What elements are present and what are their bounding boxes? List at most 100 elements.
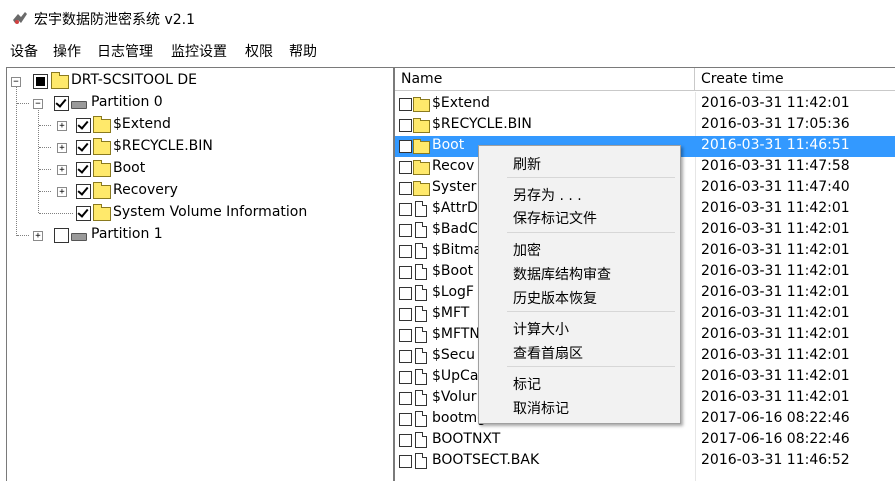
collapse-icon[interactable]: − — [11, 77, 21, 87]
column-header-name[interactable]: Name — [395, 68, 695, 91]
collapse-icon[interactable]: − — [33, 99, 43, 109]
row-checkbox[interactable] — [399, 413, 412, 426]
tree-node-boot[interactable]: + Boot — [7, 159, 387, 181]
expand-icon[interactable]: + — [57, 187, 67, 197]
file-icon — [415, 432, 427, 448]
root-checkbox[interactable] — [33, 74, 48, 89]
folder-icon — [93, 116, 111, 133]
row-checkbox[interactable] — [399, 98, 412, 111]
file-name: $Extend — [432, 95, 490, 111]
row-checkbox[interactable] — [399, 245, 412, 258]
file-name: $Secu — [432, 347, 475, 363]
node-checkbox[interactable] — [76, 118, 91, 133]
file-name: $BadC — [432, 221, 478, 237]
menu-permissions[interactable]: 权限 — [245, 41, 273, 61]
tree-node-partition-0[interactable]: − Partition 0 — [7, 93, 387, 115]
file-icon — [415, 453, 427, 469]
tree-node-label: DRT-SCSITOOL DE — [71, 72, 197, 88]
row-checkbox[interactable] — [399, 287, 412, 300]
create-time: 2016-03-31 11:42:01 — [701, 95, 850, 111]
ctx-restore-history[interactable]: 历史版本恢复 — [513, 288, 597, 308]
file-icon — [415, 327, 427, 343]
row-checkbox[interactable] — [399, 224, 412, 237]
node-checkbox[interactable] — [76, 206, 91, 221]
tree-node-label: Recovery — [113, 182, 178, 198]
column-header-create-time[interactable]: Create time — [695, 68, 895, 91]
row-checkbox[interactable] — [399, 161, 412, 174]
file-row[interactable]: BOOTSECT.BAK 2016-03-31 11:46:52 — [395, 451, 895, 472]
folder-icon — [93, 138, 111, 155]
node-checkbox[interactable] — [76, 140, 91, 155]
row-checkbox[interactable] — [399, 371, 412, 384]
create-time: 2016-03-31 11:47:40 — [701, 179, 850, 195]
file-name: $AttrD — [432, 200, 478, 216]
ctx-refresh[interactable]: 刷新 — [513, 154, 541, 174]
row-checkbox[interactable] — [399, 392, 412, 405]
partition-1-checkbox[interactable] — [54, 228, 69, 243]
node-checkbox[interactable] — [76, 184, 91, 199]
tree-node-system-volume-information[interactable]: System Volume Information — [7, 203, 387, 225]
menu-device[interactable]: 设备 — [10, 41, 38, 61]
file-icon — [415, 243, 427, 259]
create-time: 2016-03-31 11:42:01 — [701, 305, 850, 321]
menu-help[interactable]: 帮助 — [289, 41, 317, 61]
ctx-database-audit[interactable]: 数据库结构审查 — [513, 264, 611, 284]
file-icon — [415, 306, 427, 322]
row-checkbox[interactable] — [399, 308, 412, 321]
file-name: $Volur — [432, 389, 477, 405]
row-checkbox[interactable] — [399, 434, 412, 447]
create-time: 2016-03-31 11:42:01 — [701, 347, 850, 363]
row-checkbox[interactable] — [399, 203, 412, 216]
menu-separator — [507, 232, 675, 233]
drive-icon — [71, 233, 87, 241]
create-time: 2016-03-31 11:42:01 — [701, 200, 850, 216]
menu-monitor-settings[interactable]: 监控设置 — [171, 41, 227, 61]
tree-node-partition-1[interactable]: + Partition 1 — [7, 225, 387, 247]
tree-node-recovery[interactable]: + Recovery — [7, 181, 387, 203]
file-icon — [415, 411, 427, 427]
ctx-encrypt[interactable]: 加密 — [513, 240, 541, 260]
file-name: $MFTN — [432, 326, 480, 342]
row-checkbox[interactable] — [399, 119, 412, 132]
folder-icon — [413, 118, 430, 133]
partition-0-checkbox[interactable] — [54, 96, 69, 111]
create-time: 2016-03-31 11:42:01 — [701, 284, 850, 300]
file-row[interactable]: BOOTNXT 2017-06-16 08:22:46 — [395, 430, 895, 451]
file-row[interactable]: $Extend 2016-03-31 11:42:01 — [395, 94, 895, 115]
device-tree[interactable]: − DRT-SCSITOOL DE − Partition 0 + $Exten… — [6, 67, 394, 481]
file-row[interactable]: $RECYCLE.BIN 2016-03-31 17:05:36 — [395, 115, 895, 136]
ctx-mark[interactable]: 标记 — [513, 374, 541, 394]
file-name: BOOTSECT.BAK — [432, 452, 540, 468]
file-icon — [415, 390, 427, 406]
expand-icon[interactable]: + — [33, 231, 43, 241]
folder-icon — [51, 72, 69, 89]
ctx-unmark[interactable]: 取消标记 — [513, 398, 569, 418]
row-checkbox[interactable] — [399, 350, 412, 363]
tree-node-label: $Extend — [113, 116, 171, 132]
tree-node-recycle-bin[interactable]: + $RECYCLE.BIN — [7, 137, 387, 159]
row-checkbox[interactable] — [399, 140, 412, 153]
ctx-calculate-size[interactable]: 计算大小 — [513, 319, 569, 339]
expand-icon[interactable]: + — [57, 165, 67, 175]
ctx-save-mark-file[interactable]: 保存标记文件 — [513, 208, 597, 228]
expand-icon[interactable]: + — [57, 143, 67, 153]
row-checkbox[interactable] — [399, 182, 412, 195]
file-icon — [415, 264, 427, 280]
node-checkbox[interactable] — [76, 162, 91, 177]
tree-node-label: Partition 1 — [91, 226, 163, 242]
create-time: 2016-03-31 11:42:01 — [701, 389, 850, 405]
tree-node-root[interactable]: − DRT-SCSITOOL DE — [7, 71, 387, 93]
expand-icon[interactable]: + — [57, 121, 67, 131]
row-checkbox[interactable] — [399, 329, 412, 342]
tree-node-extend[interactable]: + $Extend — [7, 115, 387, 137]
create-time: 2016-03-31 11:42:01 — [701, 221, 850, 237]
create-time: 2016-03-31 11:46:52 — [701, 452, 850, 468]
menu-operation[interactable]: 操作 — [53, 41, 81, 61]
ctx-view-first-sector[interactable]: 查看首扇区 — [513, 343, 583, 363]
file-name: $RECYCLE.BIN — [432, 116, 532, 132]
menu-log-management[interactable]: 日志管理 — [97, 41, 153, 61]
row-checkbox[interactable] — [399, 266, 412, 279]
row-checkbox[interactable] — [399, 455, 412, 468]
tree-node-label: Boot — [113, 160, 146, 176]
ctx-save-as[interactable]: 另存为 . . . — [513, 185, 582, 205]
